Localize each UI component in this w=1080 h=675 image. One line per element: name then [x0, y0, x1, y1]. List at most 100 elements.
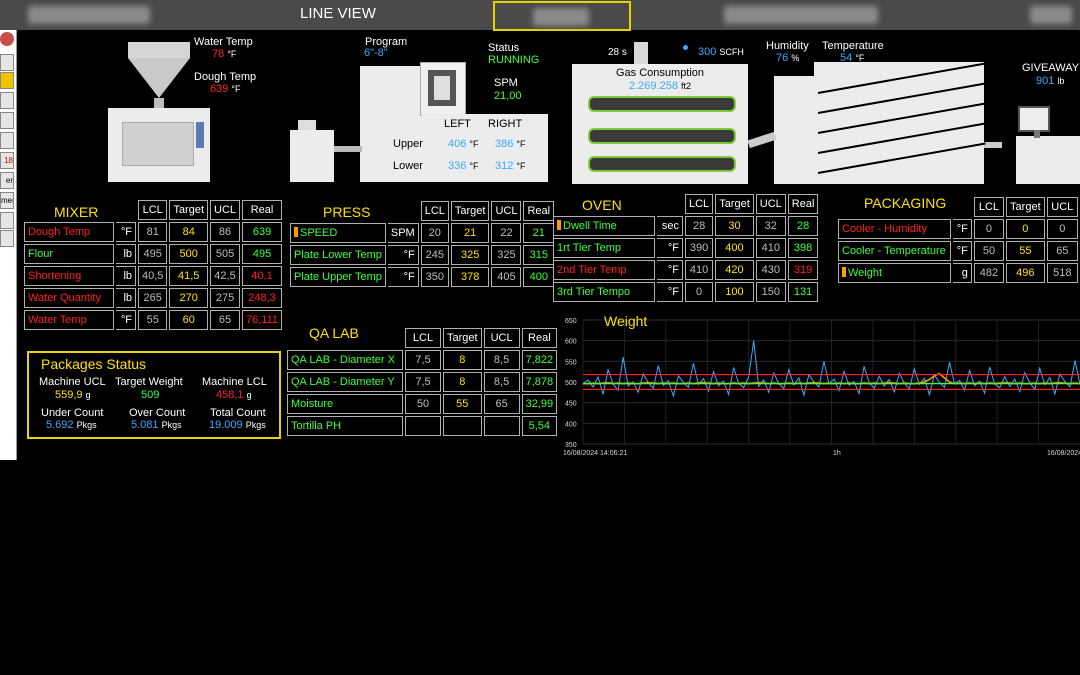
side-button-1[interactable]	[0, 54, 14, 71]
status-label: Status	[488, 42, 520, 54]
machine-ucl-value: 559,9	[55, 389, 83, 401]
row-ucl: 405	[491, 267, 522, 287]
y-tick-label: 400	[565, 421, 577, 428]
side-button-4[interactable]	[0, 112, 14, 129]
alarm-marker-icon	[842, 267, 846, 277]
logo-icon	[0, 32, 14, 46]
gas-consumption-readout: 2.269.258 ft2	[629, 80, 691, 92]
side-button-9[interactable]: mer	[0, 192, 14, 209]
gas-consumption-label: Gas Consumption	[616, 67, 705, 79]
row-unit: °F	[116, 310, 136, 330]
upper-label: Upper	[393, 138, 423, 150]
row-real: 76,111	[242, 310, 283, 330]
row-ucl: 65	[1046, 241, 1078, 261]
machine-lcl-readout: 458,1 g	[216, 389, 252, 401]
over-count-value: 5.081	[131, 419, 159, 431]
row-real: 7,878	[521, 372, 558, 392]
row-real: 28	[787, 216, 819, 236]
machine-ucl-readout: 559,9 g	[55, 389, 91, 401]
row-lcl: 265	[138, 288, 168, 308]
packaging-col-target: Target	[1006, 197, 1045, 217]
dough-temp-unit: °F	[231, 84, 241, 94]
y-tick-label: 450	[565, 401, 577, 408]
row-real: 398	[787, 238, 819, 258]
press-header-row: LCL Target UCL Real	[290, 201, 555, 221]
row-real: 21	[523, 223, 555, 243]
mixer-machine-graphic	[106, 42, 212, 184]
row-name: SPEED	[290, 223, 386, 243]
press-col-real: Real	[523, 201, 555, 221]
press-col-lcl: LCL	[420, 201, 449, 221]
press-table: LCL Target UCL Real SPEED SPM 20 21 22 2…	[288, 199, 556, 289]
machine-ucl-unit: g	[85, 390, 91, 400]
program-value: 6"-8"	[364, 47, 388, 59]
side-button-2[interactable]	[0, 72, 14, 89]
row-lcl: 482	[973, 263, 1005, 283]
row-real: 40,1	[242, 266, 283, 286]
oven-table: LCL Target UCL Real Dwell Time sec 28 30…	[551, 192, 820, 304]
x-tick-label: 1h	[833, 450, 841, 457]
selected-line-box[interactable]	[493, 1, 631, 31]
row-lcl: 50	[973, 241, 1005, 261]
side-button-10[interactable]	[0, 212, 14, 229]
y-tick-label: 500	[565, 380, 577, 387]
over-count-label: Over Count	[129, 407, 186, 419]
row-real: 5,54	[521, 416, 558, 436]
under-count-label: Under Count	[41, 407, 104, 419]
row-ucl: 65	[210, 310, 241, 330]
upper-right-readout: 386 °F	[495, 138, 526, 150]
row-unit: °F	[953, 219, 972, 239]
header-bar: LINE VIEW	[0, 0, 1080, 31]
status-dot-icon	[683, 45, 688, 50]
side-button-5[interactable]	[0, 132, 14, 149]
cooler-machine-graphic	[747, 62, 1002, 186]
side-button-3[interactable]	[0, 92, 14, 109]
lower-right-readout: 312 °F	[495, 160, 526, 172]
y-tick-label: 600	[565, 339, 577, 346]
press-row-plate-upper: Plate Upper Temp °F 350 378 405 400	[290, 267, 555, 287]
packaging-table: LCL Target UCL Cooler - Humidity °F 0 0 …	[836, 195, 1080, 285]
giveaway-value: 901	[1036, 75, 1055, 87]
y-tick-label: 550	[565, 359, 577, 366]
row-target: 8	[443, 372, 482, 392]
mixer-header-row: LCL Target UCL Real	[24, 200, 283, 220]
row-target: 496	[1006, 263, 1045, 283]
row-target: 420	[715, 260, 754, 280]
row-target: 55	[443, 394, 482, 414]
side-button-8[interactable]: er	[0, 172, 14, 189]
blurred-line-name	[28, 6, 150, 24]
qa-header-row: LCL Target UCL Real	[287, 328, 558, 348]
row-unit: °F	[387, 267, 419, 287]
alarm-marker-icon	[557, 220, 561, 230]
row-unit: °F	[953, 241, 972, 261]
oven-col-target: Target	[715, 194, 754, 214]
weight-chart-svg: 650 600 550 500 450 400 35016/08/2024 14:06:21…	[563, 318, 1080, 457]
row-lcl: 55	[138, 310, 168, 330]
oven-col-ucl: UCL	[755, 194, 786, 214]
packaging-col-ucl: UCL	[1046, 197, 1078, 217]
weight-chart: 650 600 550 500 450 400 350 16/08/2024 14:06:21…	[563, 312, 1080, 458]
machine-lcl-label: Machine LCL	[202, 376, 267, 388]
giveaway-unit: lb	[1057, 76, 1065, 86]
status-value: RUNNING	[488, 54, 540, 66]
left-label: LEFT	[444, 118, 471, 130]
row-name-text: Weight	[848, 267, 883, 279]
mixer-col-target: Target	[169, 200, 208, 220]
target-weight-label: Target Weight	[115, 376, 183, 388]
gas-consumption-unit: ft2	[681, 81, 692, 91]
side-button-7[interactable]: 18	[0, 152, 14, 169]
row-ucl: 32	[755, 216, 786, 236]
side-button-11[interactable]	[0, 230, 14, 247]
row-real: 131	[787, 282, 819, 302]
giveaway-readout: 901 lb	[1036, 75, 1064, 87]
packaging-row-weight: Weight g 482 496 518	[838, 263, 1078, 283]
row-ucl: 325	[491, 245, 522, 265]
row-target: 378	[450, 267, 490, 287]
row-name: Dwell Time	[553, 216, 655, 236]
row-target: 60	[169, 310, 208, 330]
row-name: 2nd Tier Temp	[553, 260, 655, 280]
mixer-row-water-temp: Water Temp °F 55 60 65 76,111	[24, 310, 283, 330]
row-name: QA LAB - Diameter X	[287, 350, 403, 370]
lower-right-value: 312	[495, 160, 514, 172]
qa-col-target: Target	[443, 328, 482, 348]
